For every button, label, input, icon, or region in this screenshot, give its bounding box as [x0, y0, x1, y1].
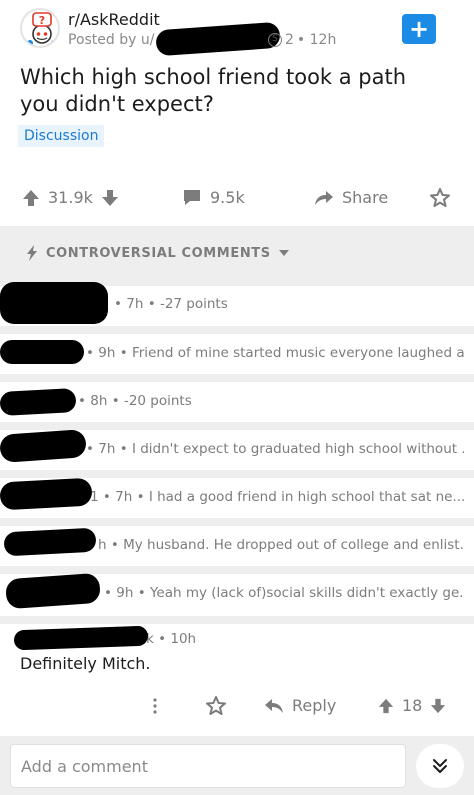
double-chevron-down-icon [433, 759, 447, 773]
post-actions-bar: 31.9k 9.5k Share [0, 176, 474, 220]
askreddit-logo-icon: ? [27, 12, 57, 46]
post-header: ? r/AskReddit Posted by u/ S 2 • 12h + [0, 0, 474, 60]
join-subreddit-button[interactable]: + [402, 14, 436, 44]
collapse-threads-button[interactable] [416, 744, 464, 788]
add-comment-input[interactable]: Add a comment [10, 744, 406, 788]
post-title[interactable]: Which high school friend took a path you… [20, 64, 440, 118]
share-button[interactable]: Share [314, 188, 388, 207]
vote-group: 31.9k [22, 188, 119, 207]
comment-meta: • 9h • Yeah my (lack of)social skills di… [104, 585, 464, 601]
comment-meta: k • 10h [146, 631, 197, 647]
give-award-button[interactable] [206, 696, 226, 720]
comment-count: 9.5k [210, 188, 245, 207]
plus-icon: + [408, 15, 430, 43]
comment-meta: h • My husband. He dropped out of colleg… [98, 537, 464, 553]
comment-body: Definitely Mitch. [20, 654, 151, 673]
comment-vote-group: 18 [378, 696, 446, 715]
reply-arrow-icon [265, 698, 283, 713]
post-age: • 12h [296, 32, 337, 48]
comment-meta: • 8h • -20 points [78, 393, 192, 409]
comment-meta: • 9h • Friend of mine started music ever… [86, 345, 464, 361]
downvote-arrow-icon[interactable] [430, 697, 446, 715]
comment-separator [0, 470, 474, 478]
award-icon: S [268, 33, 282, 47]
comment-score: 18 [402, 696, 423, 715]
more-vertical-icon [153, 698, 157, 714]
comment-separator [0, 566, 474, 574]
award-star-icon [206, 696, 226, 715]
redacted-username [0, 477, 93, 511]
comment-meta: • 7h • I didn't expect to graduated high… [86, 441, 464, 457]
svg-text:?: ? [39, 14, 45, 27]
more-options-button[interactable] [150, 696, 160, 720]
comment-separator [0, 616, 474, 624]
redacted-username [3, 527, 97, 557]
award-star-icon [430, 188, 450, 207]
redacted-username [0, 388, 77, 416]
award-count: 2 [285, 32, 294, 48]
subreddit-name[interactable]: r/AskReddit [68, 10, 160, 29]
comment-sort-dropdown[interactable]: CONTROVERSIAL COMMENTS [26, 245, 289, 261]
comment-separator [0, 326, 474, 334]
redacted-username [0, 340, 84, 364]
comment-meta: 1 • 7h • I had a good friend in high sch… [90, 489, 464, 505]
redacted-username [0, 282, 108, 324]
downvote-arrow-icon[interactable] [101, 189, 119, 207]
give-award-button[interactable] [430, 188, 450, 208]
upvote-arrow-icon[interactable] [22, 189, 40, 207]
comment-separator [0, 518, 474, 526]
sort-label-text: CONTROVERSIAL COMMENTS [46, 245, 271, 261]
comment-separator [0, 422, 474, 430]
redacted-username [155, 21, 281, 57]
comment-meta: • 7h • -27 points [114, 296, 228, 312]
post-flair[interactable]: Discussion [18, 125, 105, 147]
lightning-bolt-icon [27, 245, 37, 261]
chevron-down-icon [278, 250, 289, 256]
reply-label: Reply [292, 696, 337, 715]
upvote-count: 31.9k [48, 188, 93, 207]
comments-button[interactable]: 9.5k [182, 188, 245, 207]
reply-button[interactable]: Reply [264, 696, 336, 715]
posted-by-label[interactable]: Posted by u/ [68, 32, 154, 48]
post-meta: S 2 • 12h [268, 32, 336, 48]
comment-actions-bar: Reply 18 [0, 690, 474, 724]
subreddit-avatar[interactable]: ? [20, 8, 60, 48]
share-arrow-icon [315, 190, 333, 205]
share-label: Share [342, 188, 389, 207]
comment-bubble-icon [184, 189, 200, 205]
upvote-arrow-icon[interactable] [378, 697, 394, 715]
comment-separator [0, 374, 474, 382]
